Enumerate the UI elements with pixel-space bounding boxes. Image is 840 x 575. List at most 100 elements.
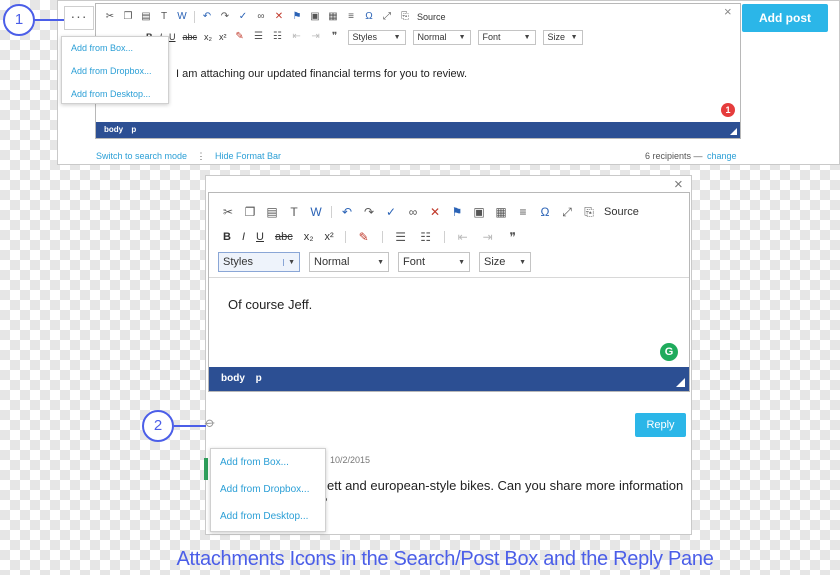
notification-badge: 1 <box>721 103 735 117</box>
anchor-flag-icon[interactable]: ⚑ <box>450 205 464 219</box>
toolbar-separator <box>381 231 383 243</box>
reply-editor[interactable]: ✂ ❐ ▤ T W ↶ ↷ ✓ ∞ ✕ ⚑ ▣ ▦ ≡ Ω ⤢ ⎘ Source… <box>208 192 690 392</box>
link-icon[interactable]: ∞ <box>406 205 420 219</box>
resize-grip-icon[interactable] <box>676 378 685 387</box>
post-message-text[interactable]: I am attaching our updated financial ter… <box>176 68 467 80</box>
chevron-down-icon: ▼ <box>523 33 531 41</box>
outdent-icon[interactable]: ⇤ <box>456 230 470 244</box>
undo-icon[interactable]: ↶ <box>340 205 354 219</box>
close-icon[interactable]: × <box>724 4 732 19</box>
add-from-dropbox-item[interactable]: Add from Dropbox... <box>71 66 152 76</box>
source-label[interactable]: Source <box>417 12 446 22</box>
remove-format-icon[interactable]: ✎ <box>357 230 371 244</box>
format-dropdown[interactable]: Normal ▼ <box>309 252 389 272</box>
more-options-button[interactable]: ··· <box>64 6 94 30</box>
copy-icon[interactable]: ❐ <box>122 11 134 23</box>
source-label[interactable]: Source <box>604 206 639 218</box>
anchor-flag-icon[interactable]: ⚑ <box>291 11 303 23</box>
grammarly-icon[interactable]: G <box>660 343 678 361</box>
unlink-icon[interactable]: ✕ <box>273 11 285 23</box>
size-dropdown[interactable]: Size ▼ <box>479 252 531 272</box>
image-icon[interactable]: ▣ <box>472 205 486 219</box>
maximize-icon[interactable]: ⤢ <box>560 205 574 219</box>
add-post-button[interactable]: Add post <box>742 4 828 32</box>
horizontal-line-icon[interactable]: ≡ <box>345 11 357 23</box>
add-from-desktop-item[interactable]: Add from Desktop... <box>71 89 151 99</box>
subscript-button[interactable]: x₂ <box>304 231 314 243</box>
resize-grip-icon[interactable] <box>730 128 737 135</box>
blockquote-icon[interactable]: ❞ <box>506 230 520 244</box>
bold-button[interactable]: B <box>223 231 231 243</box>
strikethrough-button[interactable]: abc <box>183 32 198 42</box>
path-p[interactable]: p <box>256 373 262 384</box>
path-p[interactable]: p <box>131 125 136 134</box>
format-value: Normal <box>314 256 350 268</box>
underline-button[interactable]: U <box>256 231 264 243</box>
paste-word-icon[interactable]: W <box>309 205 323 219</box>
path-body[interactable]: body <box>104 125 123 134</box>
image-icon[interactable]: ▣ <box>309 11 321 23</box>
numbered-list-icon[interactable]: ☰ <box>253 31 265 43</box>
maximize-icon[interactable]: ⤢ <box>381 11 393 23</box>
cut-icon[interactable]: ✂ <box>104 11 116 23</box>
hide-format-bar-link[interactable]: Hide Format Bar <box>215 151 281 161</box>
format-dropdown[interactable]: Normal ▼ <box>412 29 471 45</box>
special-char-icon[interactable]: Ω <box>538 205 552 219</box>
editor-toolbar-row-2: B I U abc x₂ x² ✎ ☰ ☷ ⇤ ⇥ ❞ Styles▼ Norm… <box>146 29 583 45</box>
table-icon[interactable]: ▦ <box>494 205 508 219</box>
outdent-icon[interactable]: ⇤ <box>291 31 303 43</box>
paste-icon[interactable]: ▤ <box>140 11 152 23</box>
styles-value: Styles <box>223 256 253 268</box>
paste-word-icon[interactable]: W <box>176 11 188 23</box>
unlink-icon[interactable]: ✕ <box>428 205 442 219</box>
subscript-button[interactable]: x₂ <box>204 32 212 42</box>
size-dropdown[interactable]: Size ▼ <box>542 29 583 45</box>
redo-icon[interactable]: ↷ <box>362 205 376 219</box>
source-icon[interactable]: ⎘ <box>399 11 411 23</box>
blockquote-icon[interactable]: ❞ <box>329 31 341 43</box>
styles-dropdown[interactable]: Styles ▼ <box>347 29 406 45</box>
link-icon[interactable]: ∞ <box>255 11 267 23</box>
table-icon[interactable]: ▦ <box>327 11 339 23</box>
post-editor[interactable]: ✂ ❐ ▤ T W ↶ ↷ ✓ ∞ ✕ ⚑ ▣ ▦ ≡ Ω ⤢ ⎘ Source… <box>95 3 741 139</box>
special-char-icon[interactable]: Ω <box>363 11 375 23</box>
spellcheck-icon[interactable]: ✓ <box>237 11 249 23</box>
superscript-button[interactable]: x² <box>325 231 334 243</box>
underline-button[interactable]: U <box>169 32 176 42</box>
message-accent-bar <box>204 458 208 480</box>
editor-toolbar-row-2: B I U abc x₂ x² ✎ ☰ ☷ ⇤ ⇥ ❞ <box>223 228 520 246</box>
change-recipients-link[interactable]: change <box>707 151 737 161</box>
horizontal-line-icon[interactable]: ≡ <box>516 205 530 219</box>
reply-message-text[interactable]: Of course Jeff. <box>228 297 312 312</box>
bullet-list-icon[interactable]: ☷ <box>419 230 433 244</box>
font-dropdown[interactable]: Font ▼ <box>477 29 536 45</box>
cut-icon[interactable]: ✂ <box>221 205 235 219</box>
indent-icon[interactable]: ⇥ <box>481 230 495 244</box>
add-from-box-item[interactable]: Add from Box... <box>71 43 133 53</box>
switch-search-mode-link[interactable]: Switch to search mode <box>96 151 187 161</box>
close-icon[interactable]: × <box>674 176 683 193</box>
italic-button[interactable]: I <box>242 231 245 243</box>
add-from-desktop-item[interactable]: Add from Desktop... <box>220 511 308 522</box>
spellcheck-icon[interactable]: ✓ <box>384 205 398 219</box>
source-icon[interactable]: ⎘ <box>582 205 596 219</box>
undo-icon[interactable]: ↶ <box>201 11 213 23</box>
redo-icon[interactable]: ↷ <box>219 11 231 23</box>
add-from-dropbox-item[interactable]: Add from Dropbox... <box>220 484 309 495</box>
superscript-button[interactable]: x² <box>219 32 227 42</box>
remove-format-icon[interactable]: ✎ <box>234 31 246 43</box>
path-body[interactable]: body <box>221 373 245 384</box>
add-from-box-item[interactable]: Add from Box... <box>220 457 289 468</box>
copy-icon[interactable]: ❐ <box>243 205 257 219</box>
reply-button[interactable]: Reply <box>635 413 686 437</box>
paste-icon[interactable]: ▤ <box>265 205 279 219</box>
chevron-down-icon: ▼ <box>458 33 466 41</box>
bullet-list-icon[interactable]: ☷ <box>272 31 284 43</box>
font-dropdown[interactable]: Font ▼ <box>398 252 470 272</box>
numbered-list-icon[interactable]: ☰ <box>394 230 408 244</box>
paste-text-icon[interactable]: T <box>287 205 301 219</box>
styles-dropdown[interactable]: Styles ▼ <box>218 252 300 272</box>
strikethrough-button[interactable]: abc <box>275 231 293 243</box>
paste-text-icon[interactable]: T <box>158 11 170 23</box>
indent-icon[interactable]: ⇥ <box>310 31 322 43</box>
